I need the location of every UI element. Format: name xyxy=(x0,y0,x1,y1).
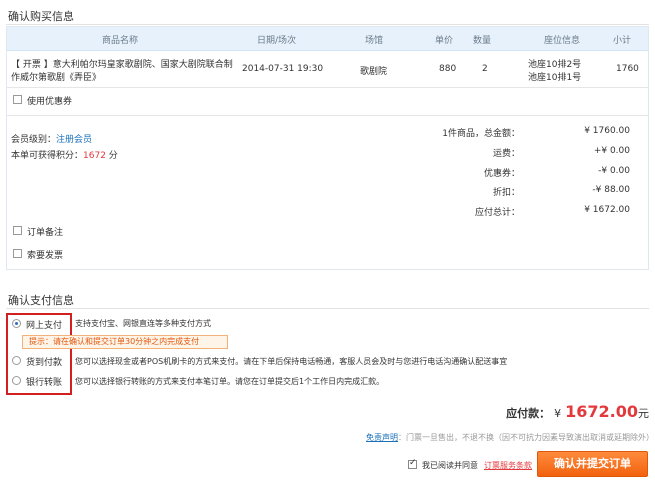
points-value: 1672 xyxy=(83,151,106,161)
payment-online-desc: 支持支付宝、网银直连等多种支付方式 xyxy=(75,319,211,328)
points-info: 本单可获得积分：1672 分 xyxy=(11,148,118,161)
item-seat-line1: 池座10排2号 xyxy=(528,60,582,70)
summary-shipping-row: 运费： +¥ 0.00 xyxy=(390,146,630,159)
terms-link[interactable]: 订票服务条款 xyxy=(484,461,532,470)
summary-coupon-row: 优惠券： -¥ 0.00 xyxy=(390,166,630,179)
payment-cod-desc: 您可以选择现金或者POS机刷卡的方式来支付。请在下单后保持电话畅通，客服人员会及… xyxy=(75,357,508,366)
col-subtotal: 小计 xyxy=(613,36,632,46)
col-seat: 座位信息 xyxy=(544,36,581,46)
item-name-line1: 【 开票 】意大利帕尔玛皇家歌剧院、国家大剧院联合制 xyxy=(11,60,233,70)
payable-currency: ¥ xyxy=(554,407,562,420)
member-level-link[interactable]: 注册会员 xyxy=(56,135,92,145)
item-name-line2: 作威尔第歌剧《弄臣》 xyxy=(11,73,102,83)
payable-total: 应付款： ¥1672.00元 xyxy=(506,402,649,422)
item-seat-line2: 池座10排1号 xyxy=(528,73,582,83)
item-subtotal: 1760 xyxy=(616,64,639,74)
summary-total-amount: ¥ 1760.00 xyxy=(584,126,630,136)
item-venue: 歌剧院 xyxy=(360,67,388,77)
payment-tip: 提示：请在确认和提交订单30分钟之内完成支付 xyxy=(22,335,228,349)
order-note-checkbox[interactable] xyxy=(13,226,22,235)
payment-cod-label[interactable]: 货到付款 xyxy=(26,355,62,368)
summary-grand-row: 应付总计： ¥ 1672.00 xyxy=(390,205,630,218)
agree-label: 我已阅读并同意 xyxy=(422,461,478,470)
summary-count-label: 1件商品，总金额： xyxy=(442,129,520,139)
col-venue: 场馆 xyxy=(365,36,384,46)
summary-discount-label: 折扣： xyxy=(492,188,520,198)
order-box: 商品名称 日期/场次 场馆 单价 数量 座位信息 小计 【 开票 】意大利帕尔玛… xyxy=(6,26,649,270)
payment-transfer-radio[interactable] xyxy=(12,376,21,385)
disclaimer-text: ：门票一旦售出，不退不换（因不可抗力因素导致演出取消或延期除外） xyxy=(398,433,654,442)
divider xyxy=(7,87,648,88)
agree-checkbox[interactable] xyxy=(408,458,417,469)
divider xyxy=(6,24,649,25)
item-price: 880 xyxy=(439,64,457,74)
col-qty: 数量 xyxy=(473,36,492,46)
payment-online-radio[interactable] xyxy=(12,319,21,328)
item-datetime: 2014-07-31 19:30 xyxy=(242,64,324,74)
col-name: 商品名称 xyxy=(102,36,139,46)
member-level-text: 会员级别： xyxy=(11,135,57,145)
summary-coupon-value: -¥ 0.00 xyxy=(598,166,630,176)
payment-cod-radio[interactable] xyxy=(12,356,21,365)
use-coupon-label: 使用优惠券 xyxy=(27,97,73,107)
member-level-label: 会员级别：注册会员 xyxy=(11,132,92,145)
payment-transfer-desc: 您可以选择银行转账的方式来支付本笔订单。请您在订单提交后1个工作日内完成汇款。 xyxy=(75,377,385,386)
summary-discount-value: -¥ 88.00 xyxy=(592,185,630,195)
payment-online-label[interactable]: 网上支付 xyxy=(26,318,62,331)
points-label: 本单可获得积分： xyxy=(11,151,84,161)
submit-order-button[interactable]: 确认并提交订单 xyxy=(537,451,648,477)
divider xyxy=(6,308,649,309)
order-table-header: 商品名称 日期/场次 场馆 单价 数量 座位信息 小计 xyxy=(7,27,648,51)
order-note-label: 订单备注 xyxy=(27,228,64,238)
item-quantity: 2 xyxy=(482,64,488,74)
invoice-label: 索要发票 xyxy=(27,251,64,261)
payable-unit: 元 xyxy=(638,407,649,420)
summary-grand-label: 应付总计： xyxy=(474,208,520,218)
points-unit: 分 xyxy=(108,151,118,161)
confirm-purchase-title: 确认购买信息 xyxy=(8,10,74,23)
col-date: 日期/场次 xyxy=(257,36,297,46)
payment-transfer-label[interactable]: 银行转账 xyxy=(26,375,62,388)
invoice-checkbox[interactable] xyxy=(13,249,22,258)
payable-amount: 1672.00 xyxy=(565,402,638,421)
use-coupon-checkbox[interactable] xyxy=(13,95,22,104)
summary-shipping-value: +¥ 0.00 xyxy=(593,146,630,156)
summary-discount-row: 折扣： -¥ 88.00 xyxy=(390,185,630,198)
disclaimer: 免责声明：门票一旦售出，不退不换（因不可抗力因素导致演出取消或延期除外） xyxy=(366,432,654,443)
summary-total-row: 1件商品，总金额： ¥ 1760.00 xyxy=(390,126,630,139)
disclaimer-link[interactable]: 免责声明 xyxy=(366,433,398,442)
confirm-payment-title: 确认支付信息 xyxy=(8,294,74,307)
col-price: 单价 xyxy=(435,36,454,46)
summary-grand-value: ¥ 1672.00 xyxy=(584,205,630,215)
agree-text: 我已阅读并同意 订票服务条款 xyxy=(422,460,532,471)
divider xyxy=(7,115,648,116)
summary-shipping-label: 运费： xyxy=(492,149,520,159)
payable-label: 应付款： xyxy=(506,407,551,420)
summary-coupon-label: 优惠券： xyxy=(483,169,520,179)
